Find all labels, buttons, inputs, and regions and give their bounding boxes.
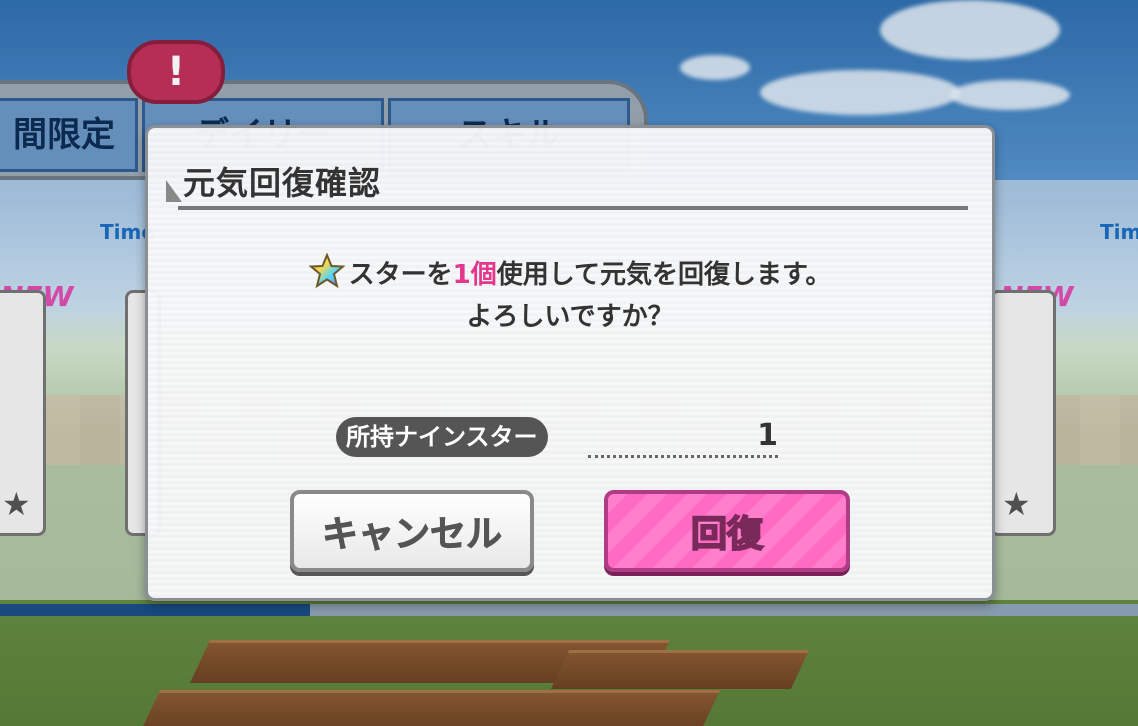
title-underline [178,206,968,210]
owned-stars-value: 1 [757,418,778,453]
recover-button-label: 回復 [690,513,764,556]
dotted-leader [588,455,778,458]
owned-stars-label: 所持ナインスター [336,417,548,457]
dialog-title: 元気回復確認 [183,164,382,202]
cancel-button[interactable]: キャンセル [290,490,534,572]
confirm-message: スターを1個使用して元気を回復します。 [148,252,992,296]
title-corner-decoration [166,180,182,202]
recover-confirm-dialog: 元気回復確認 スターを1個使用して元気を回復します。 よろしいですか？ 所持ナイ… [145,125,995,601]
message-highlight: 1個 [452,260,497,290]
message-text: 使用して元気を回復します。 [496,260,832,290]
recover-button[interactable]: 回復 [604,490,850,572]
message-text: スターを [348,260,453,290]
rainbow-star-icon [307,252,346,296]
confirm-question: よろしいですか？ [466,302,674,332]
cancel-button-label: キャンセル [321,514,502,556]
